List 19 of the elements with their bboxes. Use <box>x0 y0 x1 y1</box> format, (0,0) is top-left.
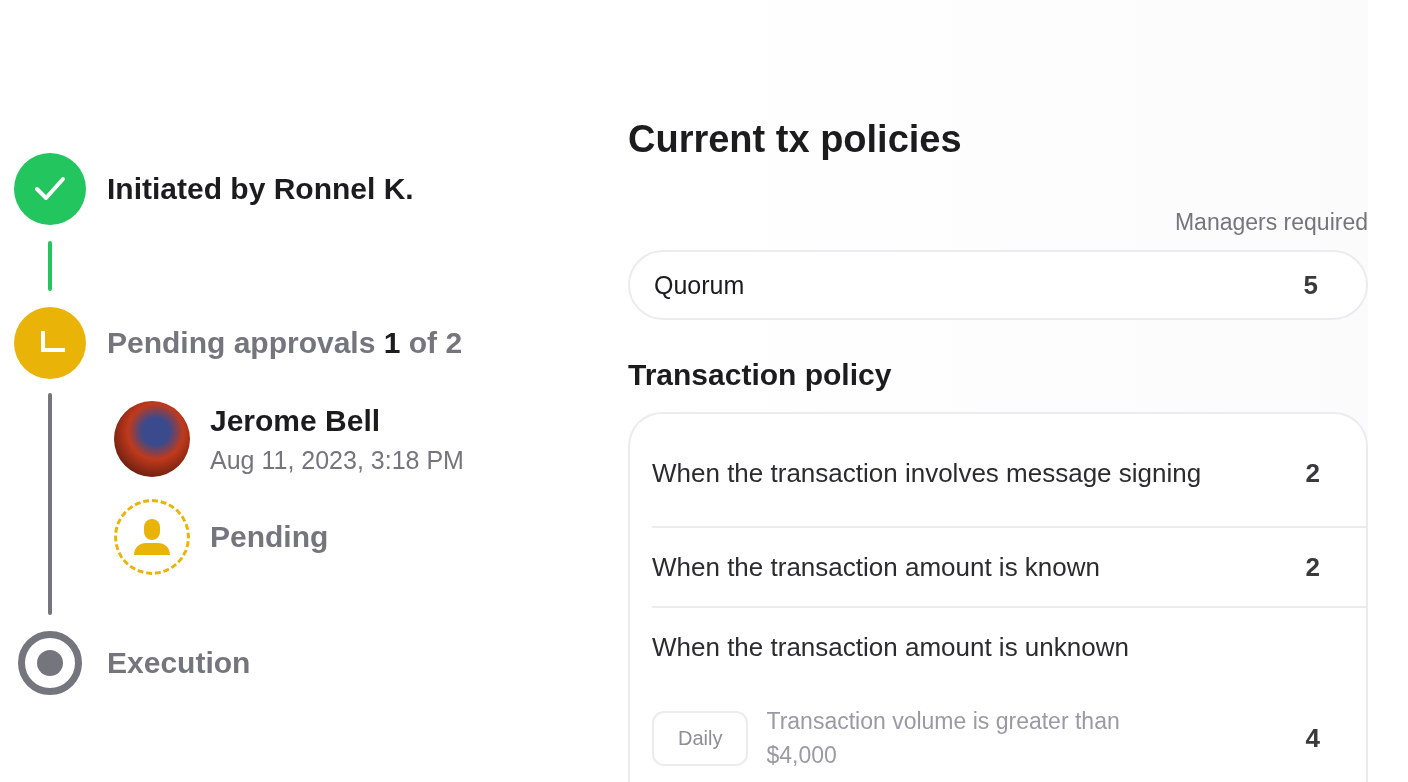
managers-count: 2 <box>1305 457 1320 489</box>
approver-status: Pending <box>210 520 329 554</box>
step-label: Initiated by Ronnel K. <box>107 172 414 206</box>
approval-time: Aug 11, 2023, 3:18 PM <box>210 445 464 475</box>
approver-name: Jerome Bell <box>210 403 382 438</box>
managers-count: 4 <box>1305 722 1320 754</box>
policy-rule: When the transaction amount is known <box>652 551 1101 584</box>
page-title: Current tx policies <box>628 118 963 161</box>
step-label: Execution <box>107 646 251 680</box>
policy-rule: When the transaction amount is unknown <box>652 632 1129 662</box>
period-tag: Daily <box>652 710 749 766</box>
policy-label: Quorum <box>654 270 745 300</box>
managers-count: 5 <box>1303 269 1318 301</box>
step-label: Pending approvals 1 of 2 <box>107 326 463 360</box>
managers-count: 2 <box>1305 551 1320 583</box>
condition-text: Transaction volume is greater than $4,000 <box>766 707 1121 770</box>
section-title: Transaction policy <box>628 358 893 392</box>
column-header: Managers required <box>1173 209 1368 236</box>
policy-rule: When the transaction involves message signing <box>652 457 1202 490</box>
